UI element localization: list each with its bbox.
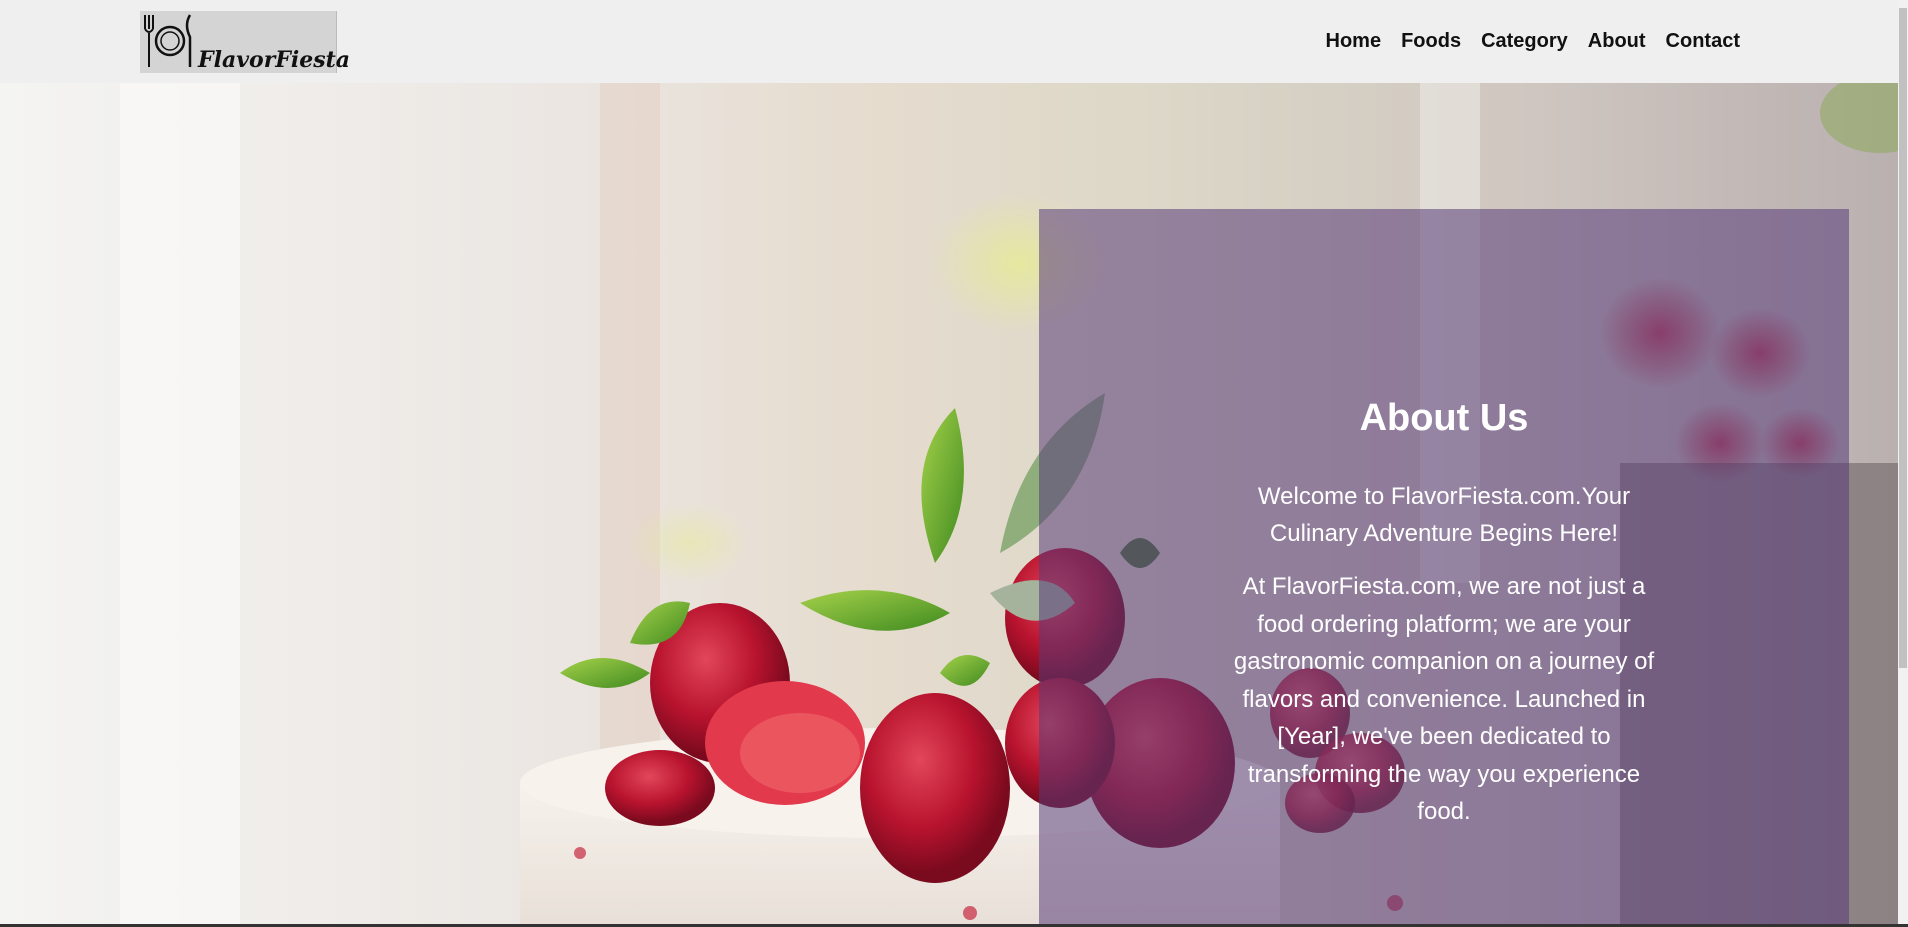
site-header: FlavorFiesta Home Foods Category About C… — [0, 0, 1898, 83]
about-hero: About Us Welcome to FlavorFiesta.com.You… — [0, 83, 1898, 924]
about-title: About Us — [1359, 397, 1529, 439]
nav-home[interactable]: Home — [1316, 30, 1392, 52]
brand-name: FlavorFiesta — [198, 47, 351, 73]
scrollbar-thumb[interactable] — [1899, 8, 1907, 668]
about-panel: About Us Welcome to FlavorFiesta.com.You… — [1039, 209, 1849, 924]
nav-category[interactable]: Category — [1471, 30, 1578, 52]
about-welcome-text: Welcome to FlavorFiesta.com.Your Culinar… — [1257, 483, 1631, 547]
brand-logo[interactable]: FlavorFiesta — [140, 11, 350, 73]
nav-about[interactable]: About — [1578, 30, 1656, 52]
nav-contact[interactable]: Contact — [1656, 30, 1750, 52]
plate-fork-knife-icon — [144, 14, 192, 67]
vertical-scrollbar[interactable] — [1898, 0, 1908, 927]
nav-foods[interactable]: Foods — [1391, 30, 1471, 52]
about-body-text: At FlavorFiesta.com, we are not just a f… — [1233, 573, 1655, 825]
main-nav: Home Foods Category About Contact — [1316, 30, 1751, 52]
